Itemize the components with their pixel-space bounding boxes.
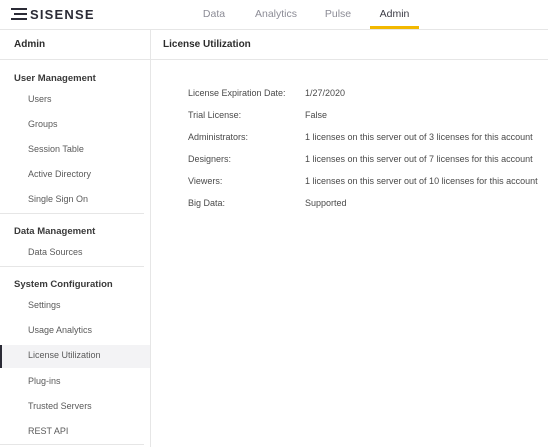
sidebar-item-single-sign-on[interactable]: Single Sign On [0, 189, 150, 212]
big-data-label: Big Data: [188, 198, 226, 208]
sidebar-item-label: Active Directory [28, 169, 92, 179]
section-divider [0, 213, 144, 214]
sidebar-item-label: Plug-ins [28, 376, 61, 386]
logo-text: SISENSE [30, 6, 95, 22]
sidebar-item-usage-analytics[interactable]: Usage Analytics [0, 320, 150, 343]
administrators-value: 1 licenses on this server out of 3 licen… [305, 132, 533, 142]
viewers-label: Viewers: [188, 176, 223, 186]
sisense-logo-icon [11, 8, 27, 20]
sidebar-item-label: Trusted Servers [28, 401, 92, 411]
sidebar-item-groups[interactable]: Groups [0, 114, 150, 137]
tab-analytics[interactable]: Analytics [252, 0, 300, 30]
sidebar-item-session-table[interactable]: Session Table [0, 139, 150, 162]
section-divider [0, 444, 144, 445]
sidebar-item-label: Session Table [28, 144, 84, 154]
sidebar-item-label: Settings [28, 300, 61, 310]
top-bar: SISENSE Data Analytics Pulse Admin [0, 0, 548, 30]
trial-license-label: Trial License: [188, 110, 242, 120]
section-divider [0, 266, 144, 267]
sidebar-header: Admin [0, 30, 151, 60]
sidebar-item-data-sources[interactable]: Data Sources [0, 242, 150, 265]
page-title: License Utilization [163, 39, 251, 50]
content-header: License Utilization [151, 30, 548, 60]
big-data-value: Supported [305, 198, 347, 208]
license-expiration-value: 1/27/2020 [305, 88, 346, 98]
sidebar-item-settings[interactable]: Settings [0, 295, 150, 318]
sidebar-item-plug-ins[interactable]: Plug-ins [0, 371, 150, 394]
sidebar-title: Admin [14, 39, 46, 50]
sidebar-item-rest-api[interactable]: REST API [0, 421, 150, 444]
logo[interactable]: SISENSE [11, 6, 95, 22]
sidebar-item-license-utilization[interactable]: License Utilization [0, 345, 150, 368]
sidebar-item-label: Data Sources [28, 247, 83, 257]
tab-data[interactable]: Data [198, 0, 230, 30]
administrators-label: Administrators: [188, 132, 249, 142]
sidebar-item-label: Users [28, 94, 52, 104]
designers-label: Designers: [188, 154, 232, 164]
sidebar-item-label: Usage Analytics [28, 325, 93, 335]
sidebar-item-label: Groups [28, 119, 58, 129]
sidebar-item-label: Single Sign On [28, 194, 89, 204]
license-expiration-label: License Expiration Date: [188, 88, 286, 98]
sidebar-item-trusted-servers[interactable]: Trusted Servers [0, 396, 150, 419]
section-title-user-management: User Management [14, 73, 96, 84]
section-title-data-management: Data Management [14, 226, 96, 237]
trial-license-value: False [305, 110, 328, 120]
designers-value: 1 licenses on this server out of 7 licen… [305, 154, 533, 164]
sidebar-item-label: License Utilization [28, 350, 101, 360]
sidebar-item-active-directory[interactable]: Active Directory [0, 164, 150, 187]
tab-pulse[interactable]: Pulse [322, 0, 354, 30]
viewers-value: 1 licenses on this server out of 10 lice… [305, 176, 538, 186]
sidebar-item-label: REST API [28, 426, 69, 436]
sidebar-item-users[interactable]: Users [0, 89, 150, 112]
section-title-system-configuration: System Configuration [14, 279, 113, 290]
sidebar: Admin User Management Users Groups Sessi… [0, 30, 151, 447]
active-tab-indicator [370, 26, 419, 29]
